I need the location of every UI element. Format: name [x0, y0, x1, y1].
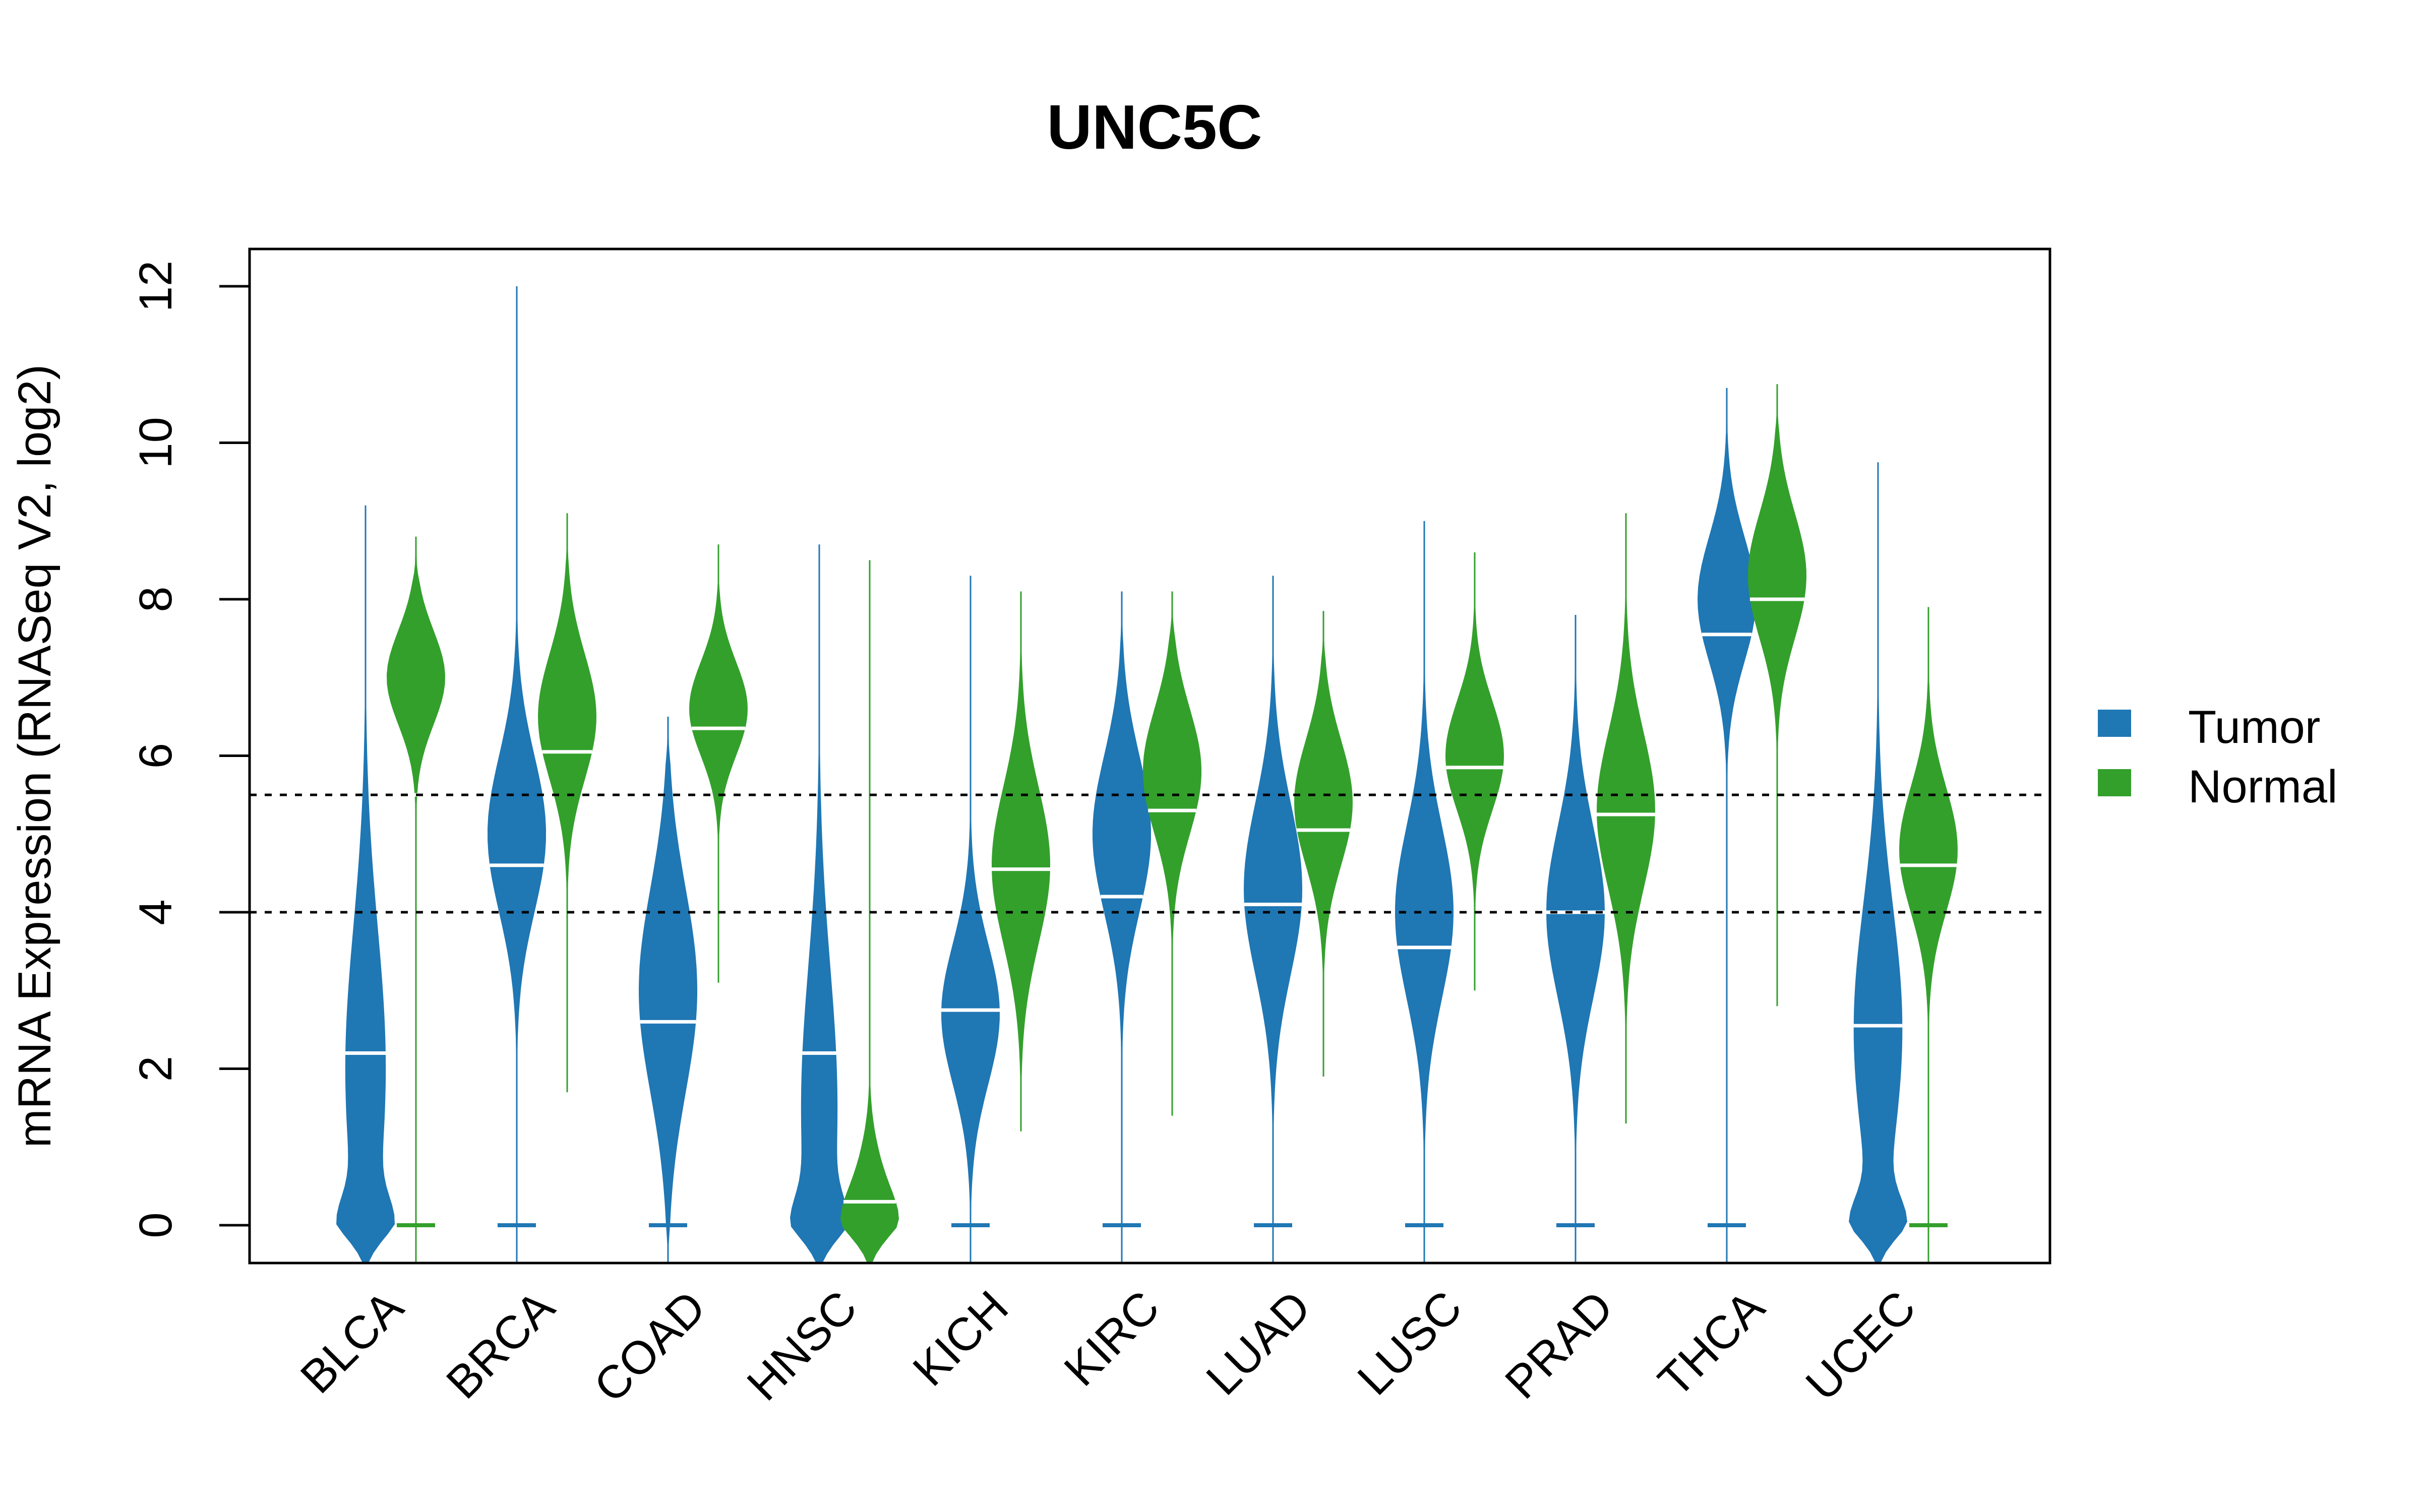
legend: Tumor Normal	[2098, 702, 2337, 812]
violin-body	[1698, 388, 1756, 1263]
y-tick-label: 4	[130, 899, 182, 925]
x-tick-label: THCA	[1649, 1281, 1775, 1407]
violin-normal-luad	[1294, 611, 1353, 1077]
violin-normal-prad	[1597, 513, 1655, 1124]
violin-body	[538, 513, 596, 1093]
violin-normal-kirc	[1143, 591, 1201, 1116]
legend-label-normal: Normal	[2188, 761, 2337, 812]
y-axis: 0 2 4 6 8 10 12	[130, 261, 251, 1238]
x-tick-label: LUAD	[1196, 1281, 1320, 1405]
violin-body	[790, 544, 849, 1263]
x-tick-label: COAD	[584, 1281, 715, 1412]
x-tick-label: HNSC	[738, 1281, 867, 1410]
violin-tumor-lusc	[1395, 521, 1454, 1263]
violin-body	[840, 560, 899, 1263]
violin-normal-brca	[538, 513, 596, 1093]
violin-body	[1445, 552, 1504, 991]
y-tick-label: 10	[130, 417, 182, 468]
x-tick-label: BLCA	[291, 1281, 413, 1404]
violin-body	[1395, 521, 1454, 1263]
violin-normal-lusc	[1445, 552, 1504, 991]
y-tick-label: 2	[130, 1056, 182, 1082]
violin-normal-ucec	[1899, 607, 1958, 1263]
x-tick-label: UCEC	[1796, 1281, 1925, 1410]
violin-body	[336, 505, 395, 1263]
violin-body	[941, 576, 1000, 1263]
x-tick-label: KICH	[903, 1281, 1018, 1396]
violin-body	[387, 536, 445, 1263]
violin-tumor-prad	[1546, 615, 1605, 1263]
violin-body	[1244, 576, 1302, 1263]
y-tick-label: 12	[130, 261, 182, 312]
violin-normal-blca	[387, 536, 445, 1263]
violin-body	[639, 716, 697, 1263]
violin-tumor-luad	[1244, 576, 1302, 1263]
violin-body	[488, 286, 546, 1263]
violin-tumor-thca	[1698, 388, 1756, 1263]
y-tick-label: 8	[130, 586, 182, 612]
violin-body	[1546, 615, 1605, 1263]
violin-body	[1849, 462, 1907, 1263]
violin-normal-kich	[992, 591, 1050, 1131]
violin-normal-coad	[689, 544, 748, 983]
violin-tumor-kirc	[1093, 591, 1151, 1263]
violin-tumor-hnsc	[790, 544, 849, 1263]
legend-swatch-tumor	[2098, 710, 2131, 737]
x-tick-label: BRCA	[437, 1281, 564, 1409]
x-axis: BLCA BRCA COAD HNSC KICH KIRC LUAD LUSC PRAD THCA…	[291, 1281, 1925, 1413]
violins-layer	[336, 286, 1958, 1263]
violin-tumor-coad	[639, 716, 697, 1263]
violin-body	[992, 591, 1050, 1131]
violin-tumor-ucec	[1849, 462, 1907, 1263]
violin-body	[1899, 607, 1958, 1263]
violin-body	[1143, 591, 1201, 1116]
violin-body	[1294, 611, 1353, 1077]
x-tick-label: PRAD	[1495, 1281, 1623, 1409]
chart-title: UNC5C	[1047, 93, 1262, 162]
x-tick-label: KIRC	[1055, 1281, 1170, 1396]
violin-body	[1093, 591, 1151, 1263]
legend-swatch-normal	[2098, 769, 2131, 796]
violin-tumor-kich	[941, 576, 1000, 1263]
violin-body	[689, 544, 748, 983]
y-tick-label: 0	[130, 1212, 182, 1238]
x-tick-label: LUSC	[1348, 1281, 1472, 1405]
violin-chart: UNC5C 0 2 4 6 8 10 12 BLCA BRCA COAD HNSC KICH KIRC…	[9, 93, 2337, 1413]
y-tick-label: 6	[130, 743, 182, 769]
legend-label-tumor: Tumor	[2188, 702, 2320, 753]
violin-body	[1597, 513, 1655, 1124]
violin-tumor-brca	[488, 286, 546, 1263]
violin-normal-hnsc	[840, 560, 899, 1263]
violin-tumor-blca	[336, 505, 395, 1263]
y-axis-title: mRNA Expression (RNASeq V2, log2)	[9, 364, 60, 1148]
